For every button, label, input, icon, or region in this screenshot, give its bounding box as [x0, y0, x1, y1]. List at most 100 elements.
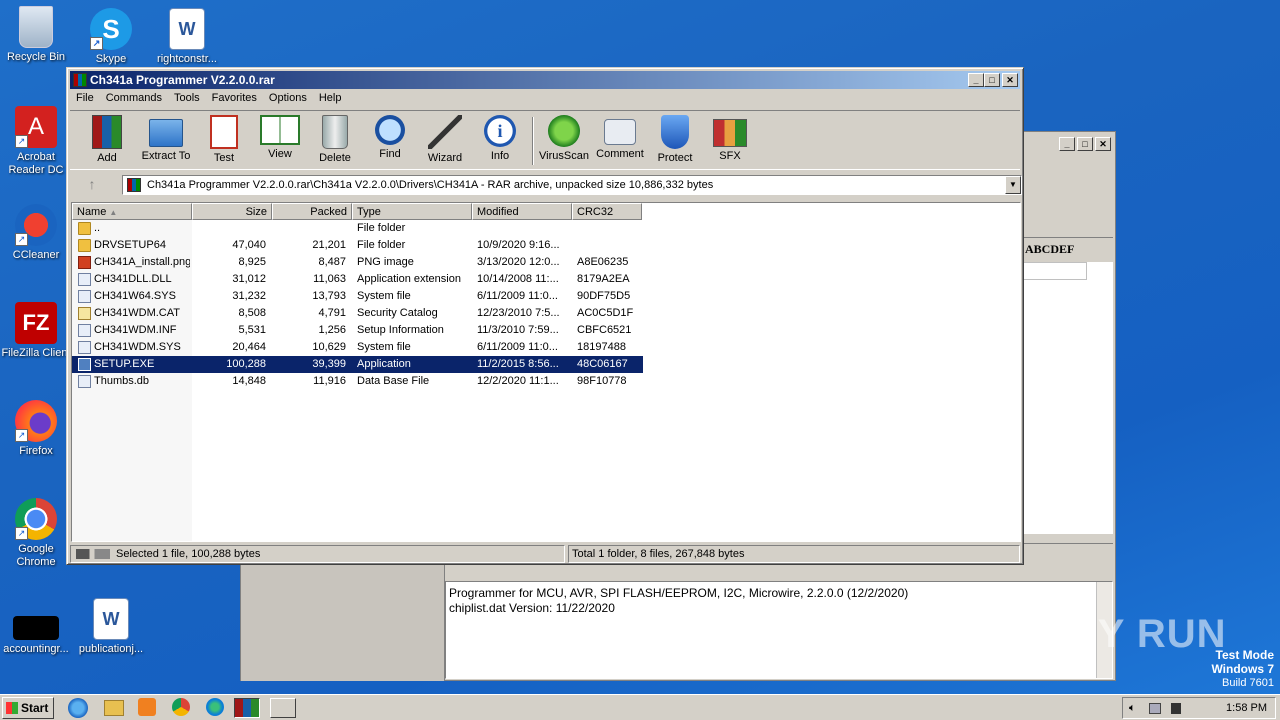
desktop-icon-label: rightconstr... — [157, 53, 217, 65]
winrar-window[interactable]: Ch341a Programmer V2.2.0.0.rar _ □ ✕ Fil… — [66, 67, 1024, 565]
programmer-taskbar-icon[interactable] — [270, 698, 296, 718]
log-panel[interactable]: Programmer for MCU, AVR, SPI FLASH/EEPRO… — [445, 581, 1113, 679]
table-row[interactable]: CH341W64.SYS 31,232 13,793 System file 6/11/… — [72, 288, 1022, 305]
speaker-icon[interactable]: 🔈︎ — [1129, 702, 1136, 715]
toolbar-label: Extract To — [141, 150, 191, 162]
shortcut-arrow-icon: ↗ — [15, 135, 28, 148]
winrar-taskbar-icon[interactable] — [234, 698, 260, 718]
table-row[interactable]: CH341WDM.CAT 8,508 4,791 Security Catalog 12… — [72, 305, 1022, 322]
background-window-titlebar: _ □ ✕ — [1015, 132, 1115, 156]
desktop-icon-skype[interactable]: S ↗ Skype — [76, 8, 146, 66]
table-row[interactable]: Thumbs.db 14,848 11,916 Data Base File 12/2/… — [72, 373, 1022, 390]
file-list[interactable]: Name ▲ Size Packed Type Modified CRC32 .… — [71, 202, 1021, 542]
winrar-icon — [73, 73, 87, 87]
menu-help[interactable]: Help — [313, 90, 348, 108]
up-arrow-icon[interactable]: ↑ — [78, 176, 106, 194]
sfx-button[interactable]: SFX — [700, 115, 760, 162]
menu-favorites[interactable]: Favorites — [206, 90, 263, 108]
window-titlebar[interactable]: Ch341a Programmer V2.2.0.0.rar _ □ ✕ — [70, 71, 1020, 89]
flag-icon[interactable] — [1171, 703, 1181, 714]
desktop-icon-chrome[interactable]: ↗ Google Chrome — [1, 498, 71, 569]
info-button[interactable]: i Info — [470, 115, 530, 162]
desktop-icon-label: FileZilla Client — [1, 347, 71, 359]
desktop-icon-firefox[interactable]: ↗ Firefox — [1, 400, 71, 458]
table-row[interactable]: DRVSETUP64 47,040 21,201 File folder 10/9/20… — [72, 237, 1022, 254]
view-button[interactable]: View — [250, 115, 310, 160]
file-crc: 18197488 — [577, 341, 626, 353]
file-type: Application — [357, 358, 411, 370]
desktop-icon-label: accountingr... — [3, 643, 69, 655]
trash-icon — [322, 115, 348, 149]
table-row[interactable]: CH341DLL.DLL 31,012 11,063 Application exte… — [72, 271, 1022, 288]
sys-file-icon — [78, 341, 91, 354]
hex-view[interactable] — [1023, 262, 1113, 534]
close-button[interactable]: ✕ — [1095, 137, 1111, 151]
menu-commands[interactable]: Commands — [100, 90, 168, 108]
close-button[interactable]: ✕ — [1002, 73, 1018, 87]
filezilla-icon: FZ — [15, 302, 57, 344]
shield-icon — [661, 115, 689, 149]
column-header-modified[interactable]: Modified — [472, 203, 572, 220]
file-crc: A8E06235 — [577, 256, 629, 268]
network-icon[interactable] — [1149, 703, 1161, 714]
desktop-icon-acrobat[interactable]: A ↗ Acrobat Reader DC — [1, 106, 71, 177]
desktop-icon-filezilla[interactable]: FZ FileZilla Client — [1, 302, 71, 360]
clock[interactable]: 1:58 PM — [1226, 702, 1267, 714]
explorer-icon[interactable] — [104, 700, 124, 716]
media-player-icon[interactable] — [138, 698, 156, 716]
protect-button[interactable]: Protect — [645, 115, 705, 164]
start-label: Start — [21, 701, 49, 715]
sort-arrow-icon: ▲ — [109, 208, 118, 217]
desktop-icon-rightconstr[interactable]: W rightconstr... — [152, 8, 222, 66]
desktop-icon-accounting[interactable]: accountingr... — [1, 604, 71, 656]
table-row[interactable]: SETUP.EXE 100,288 39,399 Application 11/2/20… — [72, 356, 643, 373]
table-row[interactable]: CH341A_install.png 8,925 8,487 PNG image 3/1… — [72, 254, 1022, 271]
file-type: System file — [357, 341, 411, 353]
table-row[interactable]: .. File folder — [72, 220, 1022, 237]
desktop-icon-label: publicationj... — [78, 643, 144, 655]
delete-button[interactable]: Delete — [305, 115, 365, 164]
shortcut-arrow-icon: ↗ — [15, 527, 28, 540]
column-header-size[interactable]: Size — [192, 203, 272, 220]
wizard-button[interactable]: Wizard — [415, 115, 475, 164]
test-button[interactable]: Test — [194, 115, 254, 164]
minimize-button[interactable]: _ — [968, 73, 984, 87]
column-header-type[interactable]: Type — [352, 203, 472, 220]
file-size: 5,531 — [238, 324, 266, 336]
extract-to-button[interactable]: Extract To — [136, 115, 196, 162]
desktop-icon-publication[interactable]: W publicationj... — [76, 598, 146, 656]
file-packed: 11,916 — [313, 375, 346, 387]
chevron-down-icon[interactable]: ▼ — [1005, 176, 1021, 194]
desktop-icon-ccleaner[interactable]: ↗ CCleaner — [1, 204, 71, 262]
file-modified: 6/11/2009 11:0... — [477, 341, 558, 353]
menu-file[interactable]: File — [70, 90, 100, 108]
menu-tools[interactable]: Tools — [168, 90, 206, 108]
column-header-packed[interactable]: Packed — [272, 203, 352, 220]
minimize-button[interactable]: _ — [1059, 137, 1075, 151]
comment-button[interactable]: Comment — [590, 115, 650, 160]
status-left: Selected 1 file, 100,288 bytes — [70, 545, 565, 563]
file-crc: 48C06167 — [577, 358, 628, 370]
column-header-crc32[interactable]: CRC32 — [572, 203, 642, 220]
status-bar: Selected 1 file, 100,288 bytes Total 1 f… — [70, 545, 1020, 563]
maximize-button[interactable]: □ — [1077, 137, 1093, 151]
start-button[interactable]: Start — [2, 697, 54, 719]
add-button[interactable]: Add — [77, 115, 137, 164]
find-button[interactable]: Find — [360, 115, 420, 160]
firefox-icon: ↗ — [15, 400, 57, 442]
desktop-icon-recycle-bin[interactable]: Recycle Bin — [1, 6, 71, 64]
table-row[interactable]: CH341WDM.SYS 20,464 10,629 System file 6/11/… — [72, 339, 1022, 356]
chrome-icon[interactable] — [172, 698, 190, 716]
maximize-button[interactable]: □ — [984, 73, 1000, 87]
menu-bar: File Commands Tools Favorites Options He… — [70, 90, 347, 108]
menu-options[interactable]: Options — [263, 90, 313, 108]
edge-icon[interactable] — [206, 698, 224, 716]
file-thumbnail-icon — [13, 616, 59, 640]
column-header-name[interactable]: Name ▲ — [72, 203, 192, 220]
test-mode-label: Test Mode — [1215, 648, 1274, 662]
virusscan-button[interactable]: VirusScan — [534, 115, 594, 162]
table-row[interactable]: CH341WDM.INF 5,531 1,256 Setup Information 1… — [72, 322, 1022, 339]
ie-icon[interactable] — [68, 698, 88, 718]
toolbar-label: Comment — [596, 148, 644, 160]
address-bar[interactable]: Ch341a Programmer V2.2.0.0.rar\Ch341a V2… — [122, 175, 1022, 195]
